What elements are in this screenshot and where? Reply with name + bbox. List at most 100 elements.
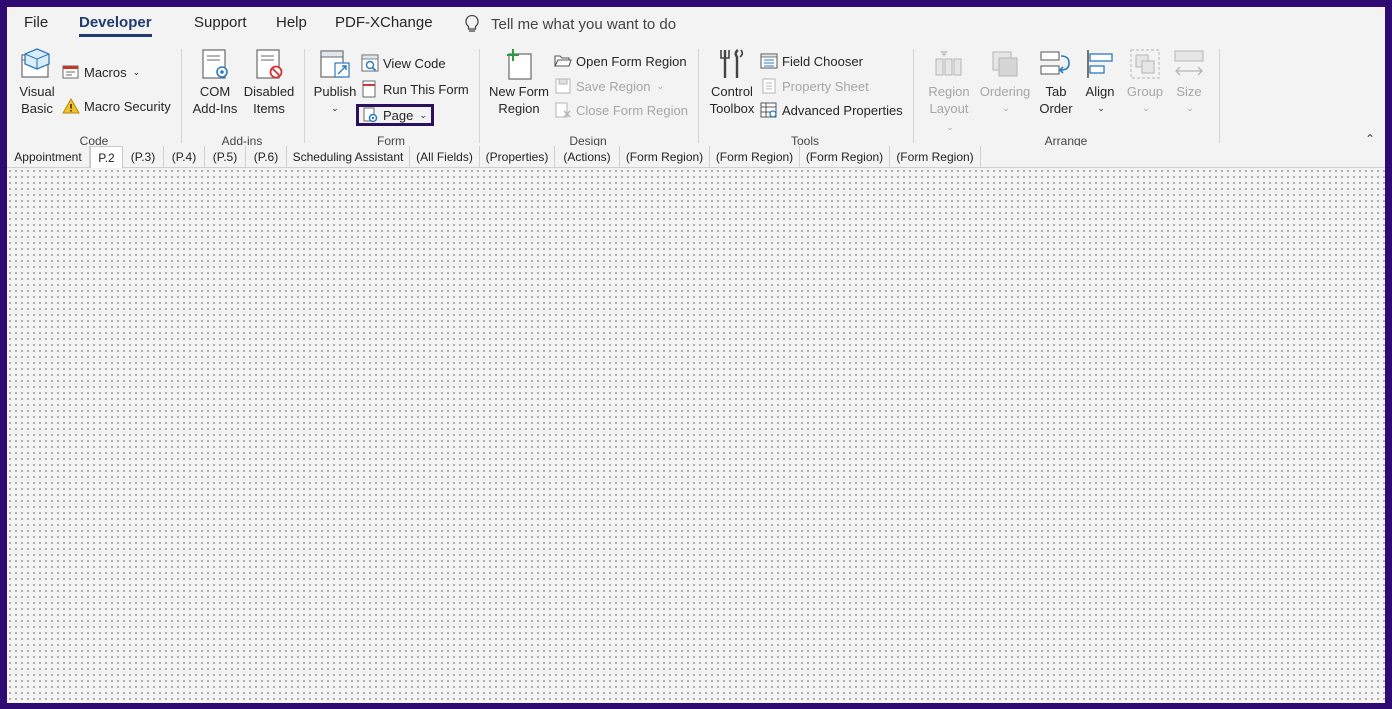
ribbon: Visual Basic Macros ⌄ Macro Security Cod… (7, 43, 1385, 148)
close-form-region-label: Close Form Region (576, 102, 688, 118)
visual-basic-label-1: Visual (19, 84, 55, 99)
page-dropdown-button[interactable]: Page ⌄ (356, 104, 434, 126)
com-add-ins-button[interactable]: COM Add-Ins (189, 47, 241, 117)
form-tab-form-region[interactable]: (Form Region) (620, 146, 710, 168)
field-chooser-button[interactable]: Field Chooser (760, 50, 863, 72)
group-separator (304, 49, 305, 143)
align-label: Align (1085, 84, 1115, 99)
form-tab-appointment[interactable]: Appointment (7, 146, 90, 168)
menu-tab-pdf-xchange[interactable]: PDF-XChange (335, 14, 433, 31)
ordering-label: Ordering (979, 84, 1031, 99)
disabled-items-label-1: Disabled (243, 84, 295, 99)
chevron-down-icon: ⌄ (656, 80, 664, 91)
warning-icon (62, 98, 80, 114)
run-this-form-button[interactable]: Run This Form (361, 78, 469, 100)
chevron-down-icon: ⌄ (946, 122, 954, 132)
open-form-region-label: Open Form Region (576, 53, 687, 69)
lightbulb-icon (465, 14, 479, 32)
form-tab-p2[interactable]: P.2 (90, 146, 123, 169)
macros-label: Macros (84, 64, 127, 80)
page-label: Page (383, 107, 414, 123)
ordering-button[interactable]: Ordering ⌄ (977, 47, 1033, 117)
save-region-button[interactable]: Save Region ⌄ (554, 75, 664, 97)
group-label: Group (1126, 84, 1164, 99)
new-form-region-button[interactable]: New Form Region (487, 47, 551, 117)
chevron-down-icon: ⌄ (132, 66, 141, 77)
run-form-icon (362, 80, 376, 98)
form-design-grid[interactable] (7, 168, 1385, 703)
tab-order-label-2: Order (1039, 101, 1073, 116)
form-tab-p4[interactable]: (P.4) (164, 146, 205, 168)
group-separator (913, 49, 914, 143)
size-icon (1174, 50, 1204, 76)
group-separator (479, 49, 480, 143)
chevron-down-icon: ⌄ (1186, 103, 1194, 113)
disabled-items-icon (256, 49, 283, 79)
form-tab-form-region[interactable]: (Form Region) (800, 146, 890, 168)
menu-tab-file[interactable]: File (24, 14, 48, 31)
form-tab-p5[interactable]: (P.5) (205, 146, 246, 168)
advanced-properties-button[interactable]: Advanced Properties (760, 99, 903, 121)
form-tab-p3[interactable]: (P.3) (123, 146, 164, 168)
folder-open-icon (554, 55, 572, 67)
tell-me-search-text[interactable]: Tell me what you want to do (491, 16, 676, 33)
group-icon (1130, 49, 1160, 79)
disabled-items-label-2: Items (253, 101, 285, 116)
macros-button[interactable]: Macros ⌄ (62, 61, 140, 83)
new-form-region-label-2: Region (498, 101, 540, 116)
disabled-items-button[interactable]: Disabled Items (243, 47, 295, 117)
menu-bar: File Developer Support Help PDF-XChange … (7, 7, 1385, 43)
chevron-down-icon: ⌄ (1002, 103, 1010, 113)
group-button[interactable]: Group ⌄ (1123, 47, 1167, 117)
property-sheet-icon (762, 78, 776, 94)
visual-basic-label-2: Basic (21, 101, 53, 116)
form-page-tabs: Appointment P.2 (P.3) (P.4) (P.5) (P.6) … (7, 146, 1385, 169)
chevron-down-icon: ⌄ (1097, 103, 1105, 113)
form-tab-actions[interactable]: (Actions) (555, 146, 620, 168)
group-separator (181, 49, 182, 143)
form-tab-form-region[interactable]: (Form Region) (710, 146, 800, 168)
field-chooser-icon (760, 53, 778, 69)
group-separator (1219, 49, 1220, 143)
region-layout-button[interactable]: Region Layout ⌄ (923, 47, 975, 136)
property-sheet-button[interactable]: Property Sheet (760, 75, 869, 97)
collapse-ribbon-icon[interactable]: ⌃ (1365, 132, 1375, 146)
publish-label: Publish (313, 84, 357, 99)
form-tab-all-fields[interactable]: (All Fields) (410, 146, 480, 168)
tab-order-button[interactable]: Tab Order (1035, 47, 1077, 117)
close-form-region-button[interactable]: Close Form Region (554, 99, 688, 121)
macro-security-button[interactable]: Macro Security (62, 95, 171, 117)
form-tab-p6[interactable]: (P.6) (246, 146, 287, 168)
form-tab-form-region[interactable]: (Form Region) (890, 146, 981, 168)
property-sheet-label: Property Sheet (782, 78, 869, 94)
menu-tab-developer[interactable]: Developer (79, 14, 152, 37)
align-left-icon (1087, 50, 1113, 78)
view-code-icon (361, 54, 379, 72)
chevron-down-icon: ⌄ (1142, 103, 1150, 113)
menu-tab-help[interactable]: Help (276, 14, 307, 31)
size-button[interactable]: Size ⌄ (1169, 47, 1209, 117)
save-region-label: Save Region (576, 78, 651, 94)
save-icon (555, 78, 571, 94)
tab-order-icon (1040, 51, 1070, 75)
region-layout-icon (935, 51, 962, 76)
chevron-down-icon: ⌄ (331, 103, 339, 113)
publish-icon (320, 50, 350, 78)
publish-button[interactable]: Publish ⌄ (312, 47, 358, 117)
tell-me-search[interactable]: Tell me what you want to do (463, 12, 676, 36)
advanced-properties-label: Advanced Properties (782, 102, 903, 118)
new-form-region-icon (507, 49, 532, 80)
open-form-region-button[interactable]: Open Form Region (554, 50, 687, 72)
control-toolbox-button[interactable]: Control Toolbox (706, 47, 758, 117)
field-chooser-label: Field Chooser (782, 53, 863, 69)
form-tab-properties[interactable]: (Properties) (480, 146, 555, 168)
form-tab-scheduling-assistant[interactable]: Scheduling Assistant (287, 146, 410, 168)
advanced-properties-icon (760, 102, 777, 118)
view-code-button[interactable]: View Code (361, 52, 446, 74)
outlook-form-designer-window: File Developer Support Help PDF-XChange … (7, 7, 1385, 703)
menu-tab-support[interactable]: Support (194, 14, 247, 31)
com-add-ins-label-2: Add-Ins (192, 101, 238, 116)
visual-basic-button[interactable]: Visual Basic (16, 47, 58, 117)
align-button[interactable]: Align ⌄ (1080, 47, 1120, 117)
com-add-ins-label-1: COM (199, 84, 231, 99)
